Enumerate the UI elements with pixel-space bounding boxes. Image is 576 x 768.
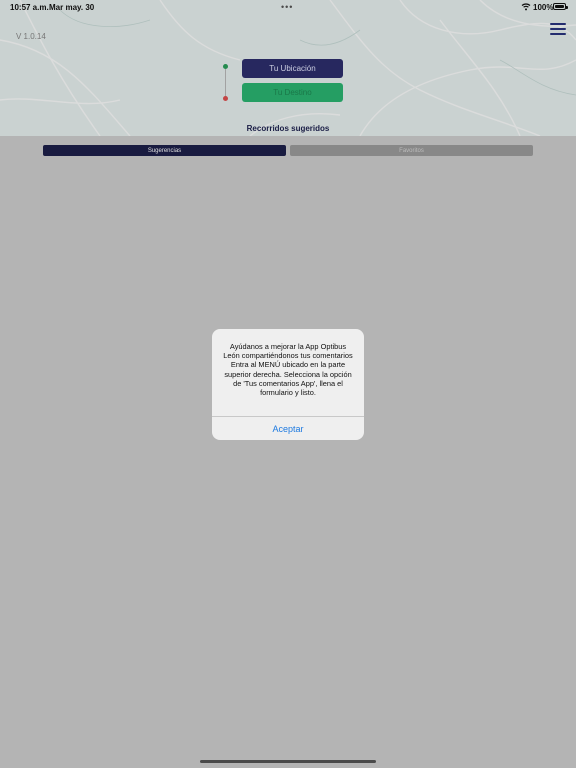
accept-button[interactable]: Aceptar [212,417,364,440]
alert-message: Ayúdanos a mejorar la App Optibus León c… [223,342,353,398]
home-indicator[interactable] [200,760,376,763]
app-screen: 10:57 a.m. Mar may. 30 ••• 100% V 1.0.14… [0,0,576,768]
feedback-alert: Ayúdanos a mejorar la App Optibus León c… [212,329,364,440]
